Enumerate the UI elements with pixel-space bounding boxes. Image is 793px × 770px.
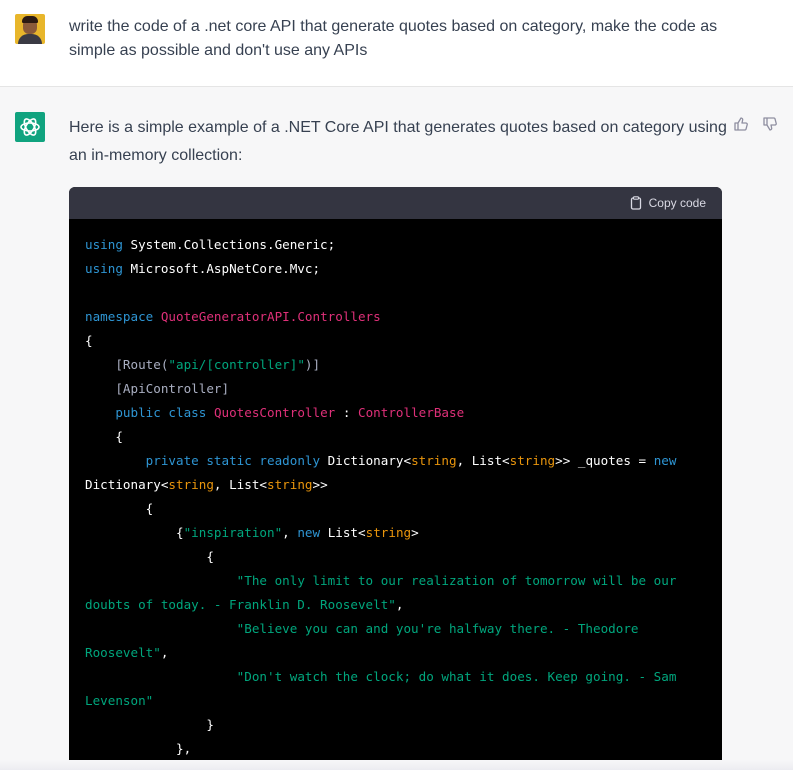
thumbs-down-icon[interactable] (762, 116, 778, 132)
code-line: private static readonly Dictionary<strin… (145, 453, 677, 468)
clipboard-icon (630, 196, 641, 210)
code-line: {"inspiration", new List<string> (176, 525, 419, 540)
code-line: { (206, 549, 214, 564)
code-block: Copy code using System.Collections.Gener… (69, 187, 722, 770)
code-line: { (115, 429, 123, 444)
code-block-header: Copy code (69, 187, 722, 219)
assistant-message-row: Here is a simple example of a .NET Core … (0, 87, 793, 770)
code-line: doubts of today. - Franklin D. Roosevelt… (85, 597, 404, 612)
bottom-fade (0, 760, 793, 770)
code-line: using System.Collections.Generic; (85, 237, 336, 252)
code-line: Dictionary<string, List<string>> (85, 477, 328, 492)
code-line: public class QuotesController : Controll… (115, 405, 465, 420)
copy-code-button[interactable]: Copy code (629, 195, 706, 211)
code-line: [ApiController] (115, 381, 230, 396)
code-line: using Microsoft.AspNetCore.Mvc; (85, 261, 321, 276)
user-message-text: write the code of a .net core API that g… (69, 18, 718, 59)
code-line: [Route("api/[controller]")] (115, 357, 321, 372)
thumbs-up-icon[interactable] (733, 116, 749, 132)
code-line: }, (176, 741, 192, 756)
code-content: using System.Collections.Generic; using … (69, 219, 722, 770)
code-line: "Don't watch the clock; do what it does.… (236, 669, 677, 684)
user-message-row: write the code of a .net core API that g… (0, 0, 793, 87)
code-line: "Believe you can and you're halfway ther… (236, 621, 639, 636)
code-line: { (145, 501, 154, 516)
code-line: namespace QuoteGeneratorAPI.Controllers (85, 309, 381, 324)
code-line: "The only limit to our realization of to… (236, 573, 677, 588)
code-line: Levenson" (85, 693, 154, 708)
code-line: { (85, 333, 93, 348)
code-line: } (206, 717, 214, 732)
copy-code-label: Copy code (648, 196, 706, 210)
openai-logo-icon (15, 112, 45, 142)
code-line: Roosevelt", (85, 645, 169, 660)
assistant-intro-text: Here is a simple example of a .NET Core … (69, 119, 727, 164)
user-avatar (15, 14, 45, 44)
